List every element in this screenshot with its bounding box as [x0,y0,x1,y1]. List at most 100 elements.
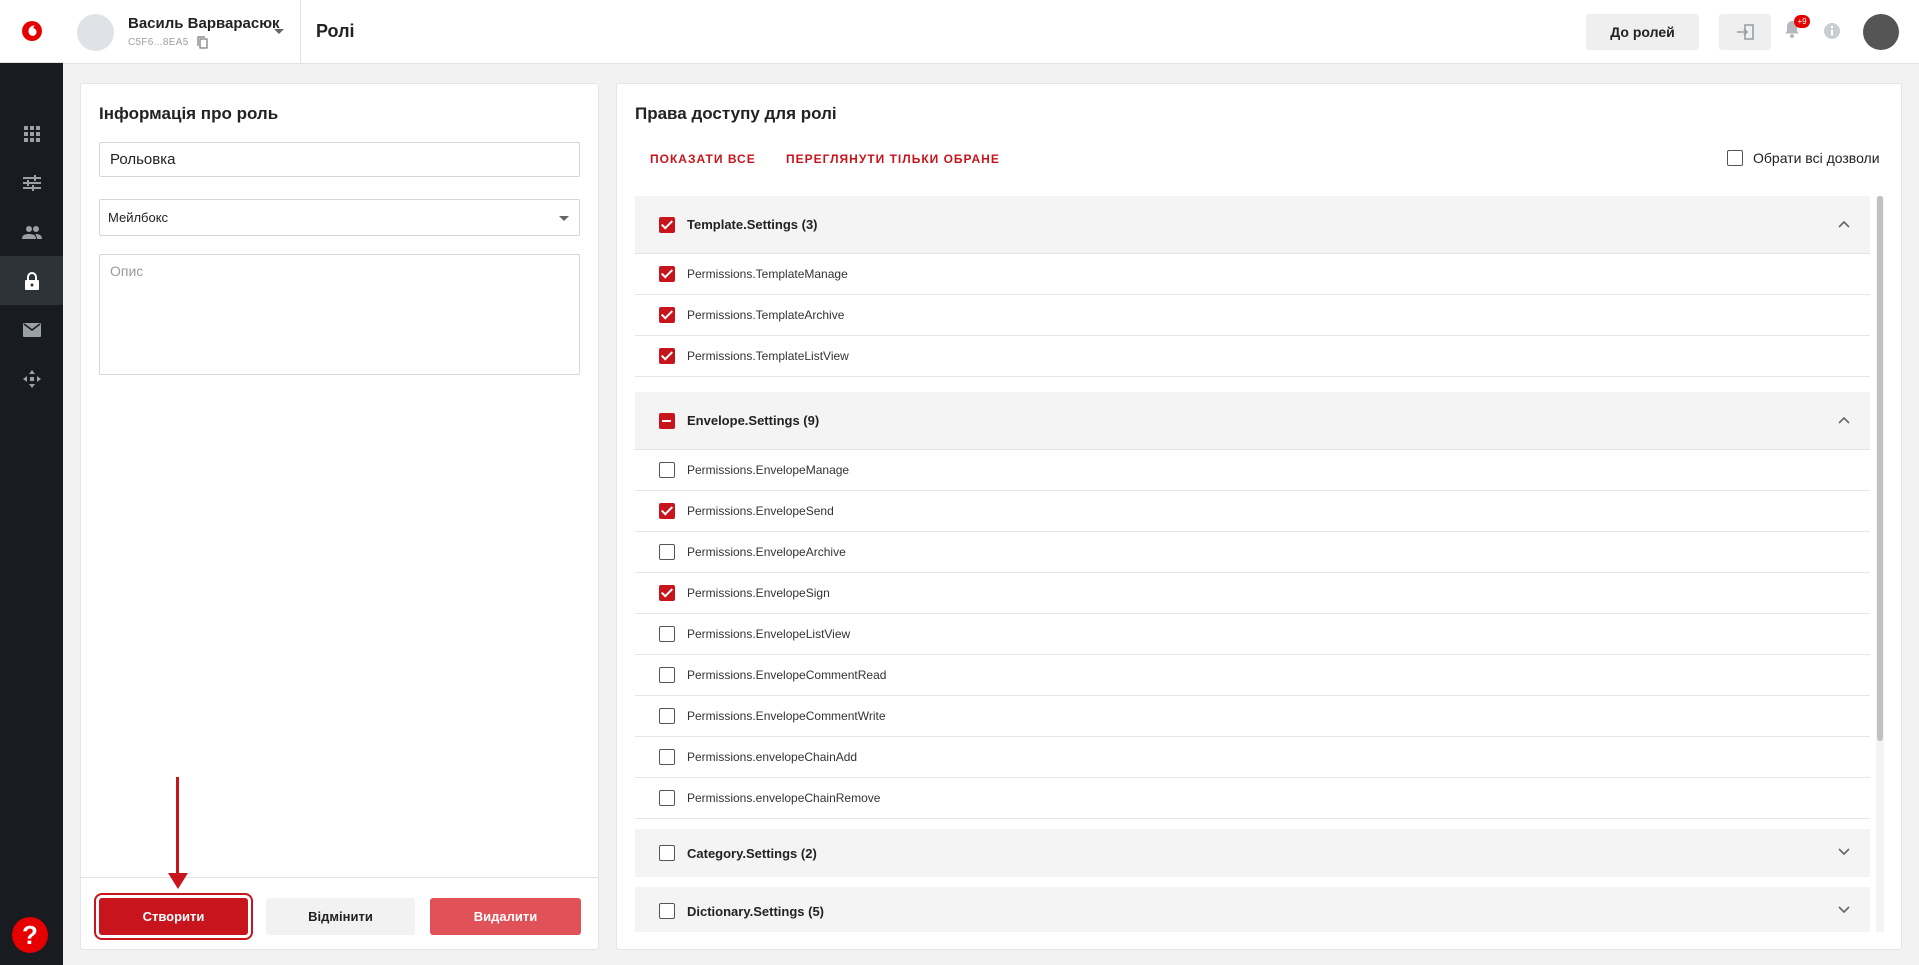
notification-badge: +9 [1794,15,1810,28]
select-all-label: Обрати всі дозволи [1753,150,1880,166]
lock-icon [24,271,39,290]
mail-icon [22,322,41,337]
group-label: Category.Settings (2) [687,845,817,861]
help-icon: ? [22,919,38,950]
permission-group-dictionary[interactable]: Dictionary.Settings (5) [635,887,1870,932]
role-info-panel: Інформація про роль Мейлбокс Створити Ві… [80,83,599,950]
chevron-up-icon[interactable] [1838,220,1850,228]
permission-label: Permissions.TemplateManage [687,267,848,281]
permission-checkbox[interactable] [659,503,675,519]
top-header: Василь Варварасюк C5F6...8EA5 Ролі До ро… [63,0,1919,64]
sidebar-item-users[interactable] [0,207,63,256]
permission-row[interactable]: Permissions.EnvelopeSign [635,573,1870,614]
copy-icon[interactable] [196,36,208,49]
permission-checkbox[interactable] [659,266,675,282]
chevron-down-icon [559,216,569,221]
back-to-roles-button[interactable]: До ролей [1586,14,1699,50]
group-checkbox[interactable] [659,845,675,861]
group-label: Template.Settings (3) [687,217,818,232]
permission-checkbox[interactable] [659,667,675,683]
role-type-select[interactable]: Мейлбокс [99,199,580,236]
permission-checkbox[interactable] [659,708,675,724]
permission-row[interactable]: Permissions.EnvelopeListView [635,614,1870,655]
move-arrows-icon [22,369,41,388]
chevron-up-icon[interactable] [1838,416,1850,424]
select-all-permissions[interactable]: Обрати всі дозволи [1727,150,1880,166]
group-checkbox[interactable] [659,412,675,429]
permission-checkbox[interactable] [659,626,675,642]
permission-row[interactable]: Permissions.TemplateArchive [635,295,1870,336]
permission-label: Permissions.TemplateArchive [687,308,845,322]
permission-label: Permissions.EnvelopeSign [687,586,830,600]
permission-checkbox[interactable] [659,348,675,364]
role-name-input[interactable] [99,142,580,177]
sidebar-item-integrations[interactable] [0,354,63,403]
user-id: C5F6...8EA5 [128,37,189,48]
people-icon [21,225,42,239]
logout-button[interactable] [1719,14,1771,50]
permission-label: Permissions.EnvelopeCommentRead [687,668,887,682]
permission-label: Permissions.EnvelopeManage [687,463,850,477]
user-avatar [77,13,114,51]
permission-group-template[interactable]: Template.Settings (3) [635,196,1870,254]
group-label: Envelope.Settings (9) [687,413,820,428]
sidebar-item-settings[interactable] [0,158,63,207]
delete-button[interactable]: Видалити [430,898,581,935]
view-selected-button[interactable]: ПЕРЕГЛЯНУТИ ТІЛЬКИ ОБРАНЕ [786,152,1000,166]
chevron-down-icon[interactable] [1838,906,1850,914]
info-icon[interactable] [1823,22,1841,40]
role-type-value: Мейлбокс [108,210,169,225]
chevron-down-icon [274,29,284,34]
permission-checkbox[interactable] [659,790,675,806]
permission-row[interactable]: Permissions.EnvelopeSend [635,491,1870,532]
page-title: Ролі [316,21,355,41]
annotation-arrow-head [168,873,188,889]
sidebar-item-roles[interactable] [0,256,63,305]
sidebar-nav [0,109,63,403]
permission-row[interactable]: Permissions.envelopeChainRemove [635,778,1870,819]
permissions-scrollbar[interactable] [1876,196,1884,932]
group-checkbox[interactable] [659,903,675,919]
permission-label: Permissions.EnvelopeListView [687,627,851,641]
group-checkbox[interactable] [659,216,675,233]
permission-label: Permissions.EnvelopeArchive [687,545,846,559]
permission-label: Permissions.TemplateListView [687,349,849,363]
sidebar-item-dashboard[interactable] [0,109,63,158]
permission-row[interactable]: Permissions.envelopeChainAdd [635,737,1870,778]
permission-group-category[interactable]: Category.Settings (2) [635,829,1870,877]
permission-row[interactable]: Permissions.EnvelopeManage [635,450,1870,491]
description-field[interactable] [99,254,580,375]
permissions-list: Template.Settings (3) Permissions.Templa… [635,196,1870,932]
group-label: Dictionary.Settings (5) [687,903,825,919]
profile-avatar[interactable] [1863,14,1899,50]
cancel-button[interactable]: Відмінити [266,898,415,935]
select-all-checkbox[interactable] [1727,150,1743,166]
sidebar-item-mailbox[interactable] [0,305,63,354]
vodafone-logo[interactable] [0,0,63,63]
sidebar: ? [0,0,63,965]
permission-row[interactable]: Permissions.EnvelopeCommentRead [635,655,1870,696]
help-button[interactable]: ? [12,917,48,953]
permission-row[interactable]: Permissions.EnvelopeArchive [635,532,1870,573]
role-actions-footer: Створити Відмінити Видалити [81,877,598,950]
permission-row[interactable]: Permissions.TemplateManage [635,254,1870,295]
permissions-panel: Права доступу для ролі ПОКАЗАТИ ВСЕ ПЕРЕ… [616,83,1902,950]
permission-checkbox[interactable] [659,462,675,478]
permission-group-envelope[interactable]: Envelope.Settings (9) [635,392,1870,450]
permission-checkbox[interactable] [659,544,675,560]
permission-row[interactable]: Permissions.TemplateListView [635,336,1870,377]
permission-label: Permissions.envelopeChainAdd [687,750,858,764]
permissions-title: Права доступу для ролі [635,104,837,123]
permission-checkbox[interactable] [659,307,675,323]
create-button[interactable]: Створити [94,893,253,940]
show-all-button[interactable]: ПОКАЗАТИ ВСЕ [650,152,756,166]
scrollbar-thumb[interactable] [1877,196,1883,741]
permission-row[interactable]: Permissions.EnvelopeCommentWrite [635,696,1870,737]
chevron-down-icon[interactable] [1838,848,1850,856]
permission-checkbox[interactable] [659,749,675,765]
user-switcher[interactable]: Василь Варварасюк C5F6...8EA5 [63,0,301,64]
permission-checkbox[interactable] [659,585,675,601]
permission-label: Permissions.EnvelopeCommentWrite [687,709,886,723]
role-info-title: Інформація про роль [99,104,279,123]
user-name: Василь Варварасюк [128,15,280,32]
